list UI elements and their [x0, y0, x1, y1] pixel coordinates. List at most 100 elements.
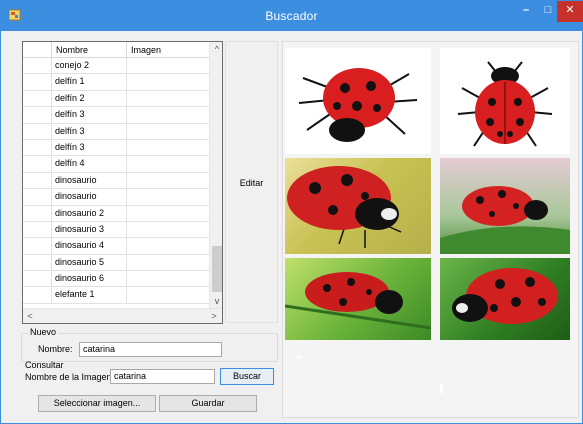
scroll-down-arrow-icon[interactable]: v [210, 294, 222, 308]
table-row[interactable]: delfín 2 [23, 90, 209, 108]
edit-button[interactable]: Editar [225, 41, 278, 323]
select-image-button[interactable]: Seleccionar imagen... [38, 395, 156, 412]
cell-nombre[interactable]: delfín 3 [52, 139, 127, 156]
nombre-imagen-input[interactable]: catarina [110, 369, 215, 384]
scroll-right-arrow-icon[interactable]: > [207, 309, 221, 323]
vertical-scroll-thumb[interactable] [212, 246, 222, 292]
vertical-scrollbar[interactable]: ^ v [209, 42, 222, 308]
table-row[interactable]: dinosaurio 2 [23, 205, 209, 222]
table-row[interactable]: delfín 3 [23, 107, 209, 124]
row-selector[interactable] [23, 189, 52, 205]
ladybug-icon [298, 68, 418, 142]
row-selector[interactable] [23, 58, 52, 74]
cell-imagen[interactable] [127, 287, 209, 302]
nombre-label: Nombre: [38, 344, 73, 354]
table-row[interactable]: dinosaurio [23, 189, 209, 206]
ladybug-icon [440, 186, 570, 254]
table-row[interactable]: conejo 2 [23, 58, 209, 75]
cell-imagen[interactable] [127, 255, 209, 270]
save-button[interactable]: Guardar [159, 395, 257, 412]
row-header-corner[interactable] [23, 42, 52, 58]
cell-nombre[interactable]: conejo 2 [52, 58, 127, 74]
cell-imagen[interactable] [127, 222, 209, 237]
ladybug-image-4[interactable] [440, 158, 570, 254]
cell-nombre[interactable]: dinosaurio 2 [52, 205, 127, 221]
nuevo-legend: Nuevo [28, 327, 59, 337]
cell-nombre[interactable]: delfín 2 [52, 90, 127, 107]
cell-imagen[interactable] [127, 140, 209, 155]
ladybug-image-3[interactable] [285, 158, 431, 254]
cell-nombre[interactable]: delfín 3 [52, 123, 127, 139]
column-header-nombre[interactable]: Nombre [52, 42, 127, 58]
cell-imagen[interactable] [127, 238, 209, 253]
table-row[interactable]: dinosaurio [23, 172, 209, 190]
horizontal-scrollbar[interactable]: < > [23, 308, 222, 323]
cell-nombre[interactable]: delfín 4 [52, 156, 127, 172]
cell-nombre[interactable]: dinosaurio 6 [52, 271, 127, 287]
window-title: Buscador [265, 9, 318, 23]
ladybug-image-5[interactable] [285, 258, 431, 340]
nombre-input[interactable]: catarina [79, 342, 222, 357]
table-row[interactable]: delfín 3 [23, 139, 209, 157]
table-row[interactable]: elefante 1 [23, 287, 209, 304]
cell-nombre[interactable]: delfín 3 [52, 107, 127, 123]
grid-rows: conejo 2 delfín 1 delfín 2 delfín 3 delfín 3… [23, 58, 209, 304]
row-selector[interactable] [23, 205, 52, 221]
table-row[interactable]: dinosaurio 5 [23, 254, 209, 272]
data-grid[interactable]: Nombre Imagen conejo 2 delfín 1 delfín 2 de… [22, 41, 223, 324]
row-selector[interactable] [23, 172, 52, 189]
table-row[interactable]: dinosaurio 3 [23, 221, 209, 239]
column-header-imagen[interactable]: Imagen [127, 42, 209, 58]
row-selector[interactable] [23, 221, 52, 238]
row-selector[interactable] [23, 254, 52, 271]
ladybug-image-1[interactable] [285, 48, 431, 154]
cell-imagen[interactable] [127, 107, 209, 122]
ladybug-image-2[interactable] [440, 48, 570, 154]
consultar-label: Consultar [25, 360, 64, 370]
minimize-button[interactable]: – [515, 1, 537, 22]
row-selector[interactable] [23, 107, 52, 123]
maximize-button[interactable]: □ [537, 1, 559, 22]
ladybug-image-6[interactable] [440, 258, 570, 340]
ladybug-icon [452, 268, 558, 324]
cell-imagen[interactable] [127, 173, 209, 188]
cell-nombre[interactable]: dinosaurio [52, 172, 127, 189]
cell-imagen[interactable] [127, 189, 209, 204]
nombre-imagen-label: Nombre de la Imagen: [25, 372, 115, 382]
cell-imagen[interactable] [127, 271, 209, 286]
table-row[interactable]: delfín 1 [23, 74, 209, 91]
cell-nombre[interactable]: dinosaurio [52, 189, 127, 205]
cell-nombre[interactable]: elefante 1 [52, 287, 127, 303]
cell-nombre[interactable]: dinosaurio 5 [52, 254, 127, 271]
row-selector[interactable] [23, 271, 52, 287]
row-selector[interactable] [23, 123, 52, 139]
main-window: Buscador – □ ✕ Nombre Imagen conejo 2 del… [0, 0, 583, 424]
cell-nombre[interactable]: dinosaurio 4 [52, 238, 127, 254]
scroll-up-arrow-icon[interactable]: ^ [210, 42, 222, 56]
table-row[interactable]: delfín 4 [23, 156, 209, 173]
row-selector[interactable] [23, 74, 52, 90]
cell-imagen[interactable] [127, 91, 209, 106]
ladybug-icon [457, 61, 553, 147]
row-selector[interactable] [23, 238, 52, 254]
table-row[interactable]: dinosaurio 6 [23, 271, 209, 288]
row-selector[interactable] [23, 287, 52, 303]
horizontal-scroll-thumb[interactable] [37, 312, 207, 321]
row-selector[interactable] [23, 90, 52, 107]
buscar-button[interactable]: Buscar [220, 368, 274, 385]
scroll-left-arrow-icon[interactable]: < [23, 309, 37, 323]
cell-nombre[interactable]: dinosaurio 3 [52, 221, 127, 238]
cell-imagen[interactable] [127, 206, 209, 221]
row-selector[interactable] [23, 156, 52, 172]
table-row[interactable]: delfín 3 [23, 123, 209, 140]
cell-imagen[interactable] [127, 156, 209, 171]
row-selector[interactable] [23, 139, 52, 156]
close-button[interactable]: ✕ [557, 1, 583, 22]
cell-imagen[interactable] [127, 74, 209, 89]
divider [297, 356, 301, 358]
cell-imagen[interactable] [127, 58, 209, 73]
cell-nombre[interactable]: delfín 1 [52, 74, 127, 90]
cell-imagen[interactable] [127, 124, 209, 139]
table-row[interactable]: dinosaurio 4 [23, 238, 209, 255]
divider [440, 384, 443, 393]
